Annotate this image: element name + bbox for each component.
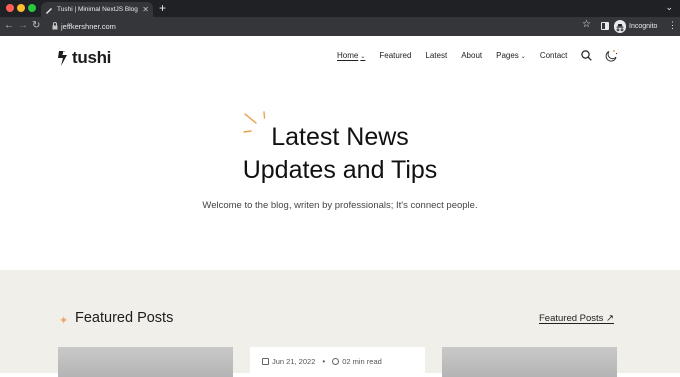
hero-title-line2: Updates and Tips <box>242 156 438 184</box>
nav-item-featured[interactable]: Featured <box>379 51 411 60</box>
nav-item-home[interactable]: Home ⌄ <box>337 51 365 60</box>
star-icon[interactable]: ☆ <box>582 19 591 30</box>
hero-subtitle: Welcome to the blog, writen by professio… <box>202 200 478 211</box>
nav-item-latest[interactable]: Latest <box>425 51 447 60</box>
lock-icon <box>52 22 58 30</box>
logo-mark-icon <box>58 50 67 66</box>
new-tab-button[interactable]: + <box>159 1 166 15</box>
window-maximize-button[interactable] <box>28 4 36 12</box>
reload-icon[interactable]: ↻ <box>32 20 40 32</box>
nav-item-pages[interactable]: Pages ⌄ <box>496 51 526 60</box>
meta-separator: • <box>322 357 326 366</box>
hero-title-line1: Latest News <box>271 123 409 151</box>
nav-item-label: Contact <box>539 51 568 60</box>
chevron-down-icon: ⌄ <box>360 54 366 60</box>
chevron-down-icon: ⌄ <box>520 54 526 60</box>
card-date: Jun 21, 2022 <box>272 357 316 366</box>
nav-item-label: Home <box>337 51 359 60</box>
site-logo[interactable]: tushi <box>57 48 111 68</box>
featured-section: ✦ Featured Posts Featured Posts ↗ Jun 21… <box>0 270 680 377</box>
window-minimize-button[interactable] <box>17 4 25 12</box>
incognito-avatar-icon[interactable] <box>614 20 626 33</box>
address-bar-url[interactable]: jeffkershner.com <box>61 21 116 32</box>
nav-item-contact[interactable]: Contact <box>540 51 568 60</box>
nav-item-label: Featured <box>379 51 412 60</box>
tab-search-chevron-icon[interactable]: ⌄ <box>665 2 673 13</box>
tab-title: Tushi | Minimal NextJS Blog Te <box>57 6 140 13</box>
theme-toggle-moon-icon[interactable] <box>604 49 618 62</box>
nav-item-about[interactable]: About <box>461 51 482 60</box>
browser-toolbar: ← → ↻ jeffkershner.com ☆ Incognito ⋮ <box>0 17 680 36</box>
tab-close-icon[interactable]: ✕ <box>142 5 149 14</box>
nav-item-label: About <box>461 51 483 60</box>
featured-heading: Featured Posts <box>75 310 174 326</box>
web-page: tushi Home ⌄ Featured Latest About Pages ⌄… <box>0 36 680 377</box>
search-icon[interactable] <box>581 50 592 61</box>
back-arrow-icon[interactable]: ← <box>4 20 14 32</box>
calendar-icon <box>262 358 269 365</box>
browser-tab-bar: Tushi | Minimal NextJS Blog Te ✕ + ⌄ <box>0 0 680 17</box>
featured-posts-link[interactable]: Featured Posts ↗ <box>539 313 614 324</box>
clock-icon <box>332 358 340 365</box>
nav-item-label: Pages <box>496 51 519 60</box>
incognito-label: Incognito <box>629 23 658 30</box>
window-close-button[interactable] <box>6 4 14 12</box>
forward-arrow-icon[interactable]: → <box>18 20 28 32</box>
sparkle-star-icon: ✦ <box>59 315 69 327</box>
kebab-menu-icon[interactable]: ⋮ <box>668 20 677 31</box>
main-nav: Home ⌄ Featured Latest About Pages ⌄ Conta… <box>337 51 581 60</box>
tab-favicon-icon <box>45 6 53 14</box>
side-panel-icon[interactable] <box>601 22 609 30</box>
logo-text: tushi <box>72 48 112 67</box>
browser-tab[interactable]: Tushi | Minimal NextJS Blog Te ✕ <box>41 2 153 17</box>
nav-item-label: Latest <box>425 51 448 60</box>
card-read-time: 02 min read <box>342 357 382 366</box>
card-meta: Jun 21, 2022 • 02 min read <box>262 357 382 366</box>
